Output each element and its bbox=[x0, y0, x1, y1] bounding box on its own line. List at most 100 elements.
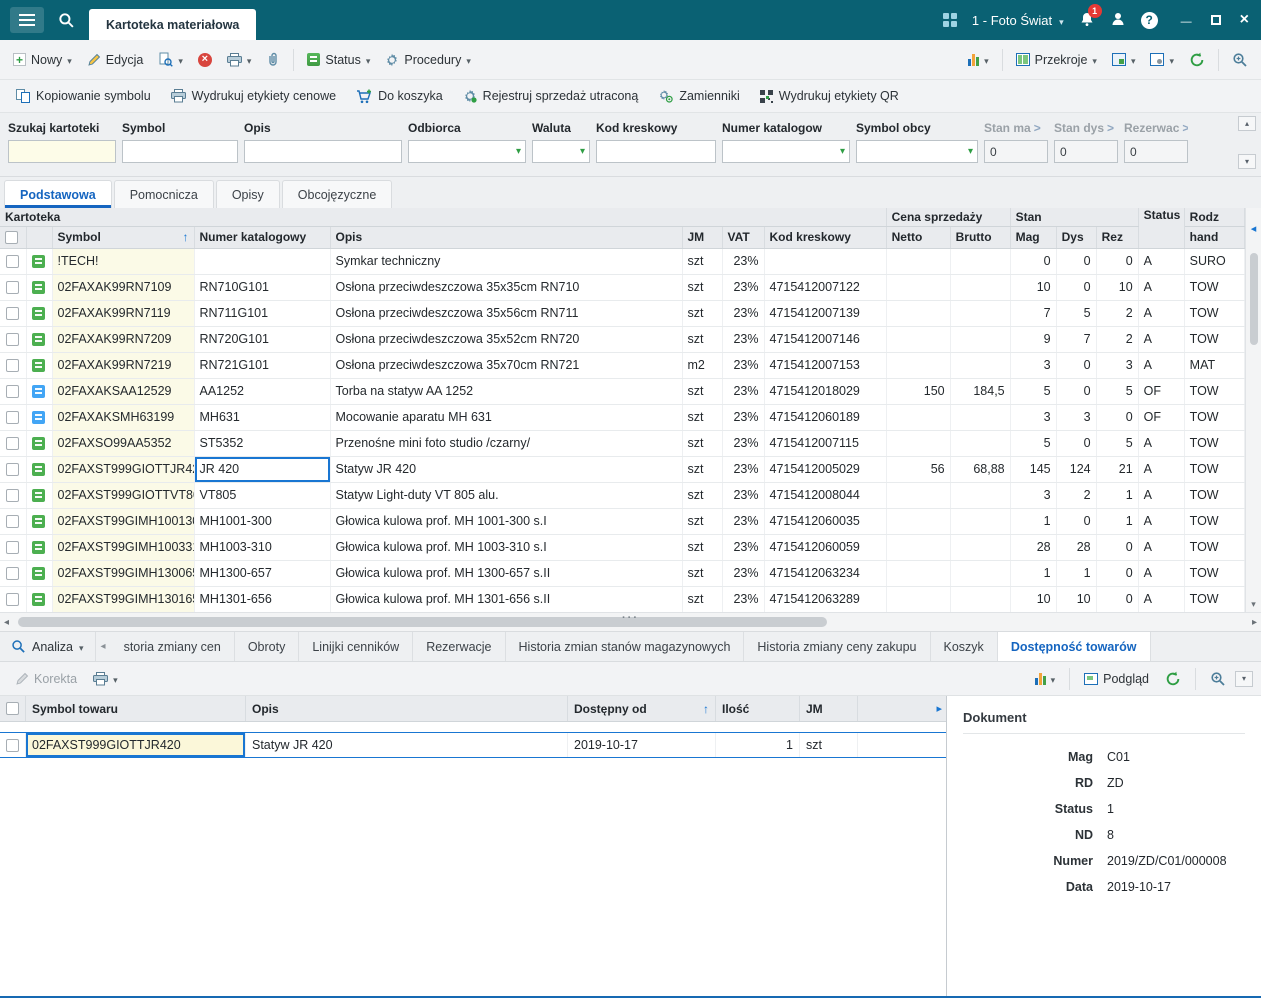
collapse-panel-icon[interactable] bbox=[1235, 671, 1253, 687]
cell-brutto[interactable] bbox=[950, 352, 1010, 378]
podglad-button[interactable]: Podgląd bbox=[1077, 667, 1156, 691]
cell-rodz[interactable]: TOW bbox=[1184, 300, 1244, 326]
cell-kod-kreskowy[interactable]: 4715412008044 bbox=[764, 482, 886, 508]
col-header-ilosc[interactable]: Ilość bbox=[716, 696, 800, 721]
cell-dys[interactable]: 7 bbox=[1056, 326, 1096, 352]
symbol-input[interactable] bbox=[122, 140, 238, 163]
col-header-rez[interactable]: Rez bbox=[1096, 226, 1138, 248]
notifications-bell-icon[interactable]: 1 bbox=[1079, 11, 1095, 30]
col-header-status[interactable]: Status bbox=[1138, 208, 1184, 248]
row-select-checkbox[interactable] bbox=[0, 300, 26, 326]
cell-jm[interactable]: szt bbox=[682, 274, 722, 300]
cell-symbol[interactable]: 02FAXAK99RN7209 bbox=[52, 326, 194, 352]
horizontal-scroll-thumb[interactable] bbox=[18, 617, 827, 627]
cell-numer-katalogowy[interactable]: ST5352 bbox=[194, 430, 330, 456]
analiza-button[interactable]: Analiza bbox=[0, 632, 96, 661]
cell-dys[interactable]: 124 bbox=[1056, 456, 1096, 482]
cell-dys[interactable]: 3 bbox=[1056, 404, 1096, 430]
tabs-scroll-left-icon[interactable] bbox=[96, 632, 111, 661]
user-icon[interactable] bbox=[1110, 11, 1126, 30]
grid-row[interactable]: 02FAXST99GIMH1300657MH1300-657Głowica ku… bbox=[0, 560, 1245, 586]
cell-kod-kreskowy[interactable]: 4715412007139 bbox=[764, 300, 886, 326]
cell-vat[interactable]: 23% bbox=[722, 430, 764, 456]
cell-brutto[interactable] bbox=[950, 482, 1010, 508]
procedury-button[interactable]: Procedury bbox=[378, 48, 478, 72]
cell-symbol[interactable]: 02FAXST999GIOTTVT805 bbox=[52, 482, 194, 508]
tab-historia-zmian-stanow[interactable]: Historia zmian stanów magazynowych bbox=[506, 632, 745, 661]
cell-jm[interactable]: szt bbox=[682, 560, 722, 586]
close-button[interactable] bbox=[1240, 11, 1249, 29]
cell-netto[interactable] bbox=[886, 482, 950, 508]
cell-vat[interactable]: 23% bbox=[722, 300, 764, 326]
cell-rez[interactable]: 21 bbox=[1096, 456, 1138, 482]
cell-status[interactable]: A bbox=[1138, 326, 1184, 352]
grid-row[interactable]: 02FAXSO99AA5352ST5352Przenośne mini foto… bbox=[0, 430, 1245, 456]
cell-netto[interactable] bbox=[886, 352, 950, 378]
cell-status[interactable]: A bbox=[1138, 248, 1184, 274]
cell-rodz[interactable]: TOW bbox=[1184, 430, 1244, 456]
cell-vat[interactable]: 23% bbox=[722, 352, 764, 378]
cell-numer-katalogowy[interactable]: JR 420 bbox=[194, 456, 330, 482]
tab-obroty[interactable]: Obroty bbox=[235, 632, 300, 661]
cell-jm[interactable]: szt bbox=[682, 430, 722, 456]
row-select-checkbox[interactable] bbox=[0, 326, 26, 352]
cell-netto[interactable] bbox=[886, 248, 950, 274]
cell-kod-kreskowy[interactable]: 4715412060189 bbox=[764, 404, 886, 430]
cell-netto[interactable] bbox=[886, 274, 950, 300]
row-select-checkbox[interactable] bbox=[0, 404, 26, 430]
cell-numer-katalogowy[interactable]: RN721G101 bbox=[194, 352, 330, 378]
opis-input[interactable] bbox=[244, 140, 402, 163]
cell-numer-katalogowy[interactable]: RN710G101 bbox=[194, 274, 330, 300]
col-header-opis[interactable]: Opis bbox=[330, 226, 682, 248]
grid-settings-button[interactable] bbox=[1143, 48, 1181, 72]
cell-symbol[interactable]: 02FAXAK99RN7219 bbox=[52, 352, 194, 378]
company-selector[interactable]: 1 - Foto Świat bbox=[972, 13, 1064, 28]
cell-status[interactable]: A bbox=[1138, 534, 1184, 560]
grid-row[interactable]: 02FAXST99GIMH1003310MH1003-310Głowica ku… bbox=[0, 534, 1245, 560]
bottom-zoom-search-button[interactable] bbox=[1203, 666, 1233, 692]
availability-row[interactable]: 02FAXST999GIOTTJR420 Statyw JR 420 2019-… bbox=[0, 732, 946, 758]
zamienniki-button[interactable]: Zamienniki bbox=[650, 85, 747, 107]
cell-status[interactable]: OF bbox=[1138, 378, 1184, 404]
cell-jm[interactable]: szt bbox=[800, 733, 858, 757]
tab-pomocnicza[interactable]: Pomocnicza bbox=[114, 180, 214, 208]
symbol-obcy-select[interactable] bbox=[856, 140, 978, 163]
scroll-right-icon[interactable] bbox=[1252, 613, 1257, 631]
cell-dys[interactable]: 0 bbox=[1056, 352, 1096, 378]
cell-rodz[interactable]: TOW bbox=[1184, 378, 1244, 404]
collapse-left-icon[interactable] bbox=[1251, 208, 1257, 248]
collapse-filters-down-icon[interactable] bbox=[1238, 154, 1256, 169]
cell-mag[interactable]: 5 bbox=[1010, 378, 1056, 404]
splitter-handle[interactable] bbox=[622, 612, 639, 624]
wydrukuj-etykiety-cenowe-button[interactable]: Wydrukuj etykiety cenowe bbox=[163, 85, 344, 107]
grid-row[interactable]: 02FAXST999GIOTTVT805VT805Statyw Light-du… bbox=[0, 482, 1245, 508]
cell-numer-katalogowy[interactable]: AA1252 bbox=[194, 378, 330, 404]
row-select-checkbox[interactable] bbox=[0, 430, 26, 456]
cell-netto[interactable] bbox=[886, 326, 950, 352]
cell-kod-kreskowy[interactable]: 4715412007122 bbox=[764, 274, 886, 300]
apps-grid-icon[interactable] bbox=[943, 13, 957, 27]
cell-rodz[interactable]: TOW bbox=[1184, 482, 1244, 508]
col-header-vat[interactable]: VAT bbox=[722, 226, 764, 248]
expand-panel-right-icon[interactable] bbox=[858, 696, 946, 721]
cell-netto[interactable] bbox=[886, 586, 950, 612]
rezerwacje-input[interactable] bbox=[1124, 140, 1188, 163]
cell-rez[interactable]: 5 bbox=[1096, 430, 1138, 456]
zoom-search-button[interactable] bbox=[1225, 47, 1255, 73]
cell-vat[interactable]: 23% bbox=[722, 274, 764, 300]
tab-rezerwacje[interactable]: Rezerwacje bbox=[413, 632, 505, 661]
cell-symbol[interactable]: 02FAXSO99AA5352 bbox=[52, 430, 194, 456]
cell-brutto[interactable] bbox=[950, 326, 1010, 352]
cell-opis[interactable]: Głowica kulowa prof. MH 1300-657 s.II bbox=[330, 560, 682, 586]
tab-linijki-cennikow[interactable]: Linijki cenników bbox=[299, 632, 413, 661]
chart-button[interactable] bbox=[961, 48, 996, 72]
cell-netto[interactable] bbox=[886, 534, 950, 560]
cell-symbol[interactable]: 02FAXAKSMH63199 bbox=[52, 404, 194, 430]
cell-kod-kreskowy[interactable]: 4715412007153 bbox=[764, 352, 886, 378]
search-icon[interactable] bbox=[58, 12, 75, 29]
cell-kod-kreskowy[interactable] bbox=[764, 248, 886, 274]
cell-numer-katalogowy[interactable]: MH631 bbox=[194, 404, 330, 430]
bottom-print-button[interactable] bbox=[86, 667, 125, 691]
wydrukuj-etykiety-qr-button[interactable]: Wydrukuj etykiety QR bbox=[752, 85, 907, 107]
cell-mag[interactable]: 9 bbox=[1010, 326, 1056, 352]
